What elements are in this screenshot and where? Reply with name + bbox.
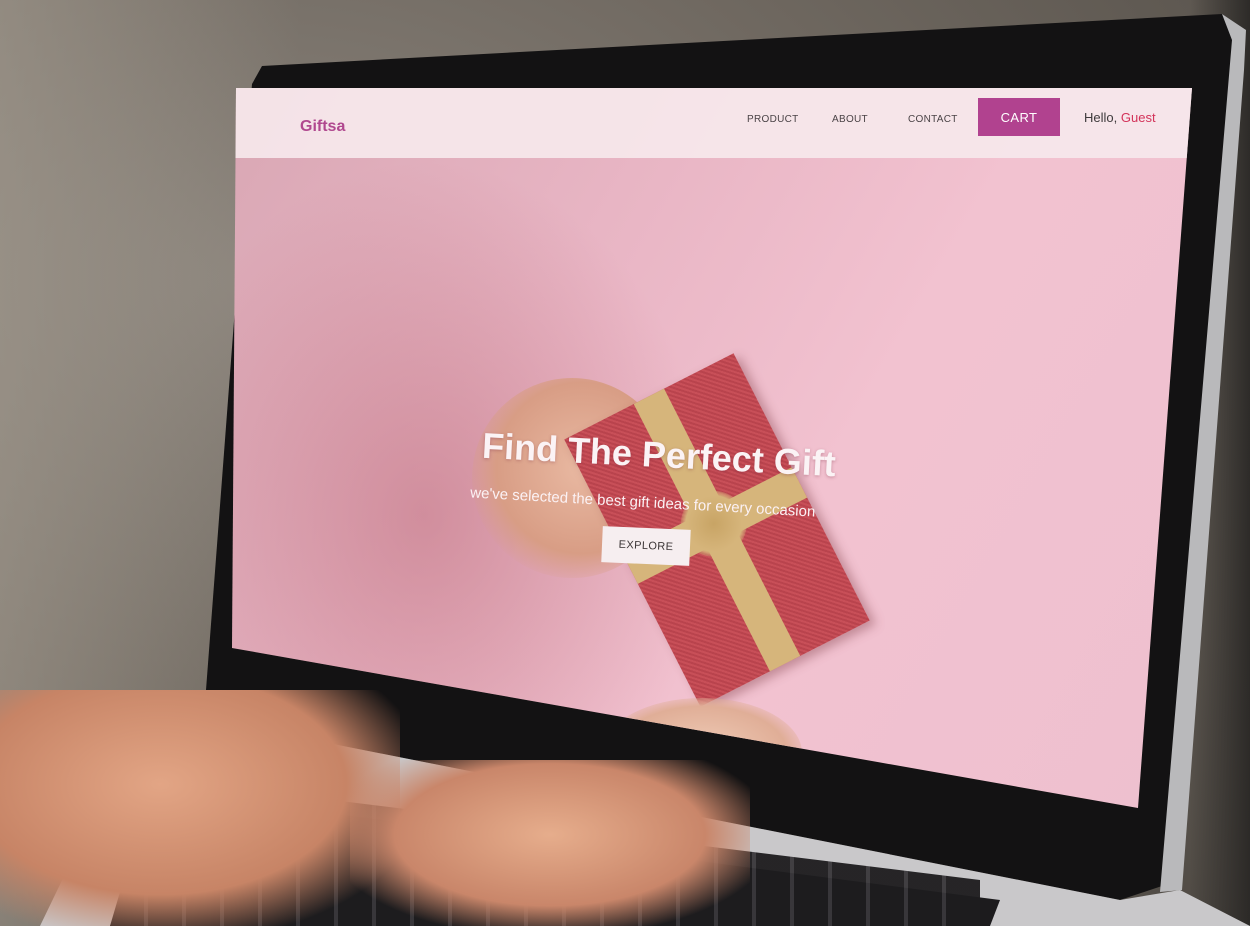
user-right-hand: [350, 760, 750, 926]
user-left-hand: [0, 690, 400, 926]
brand-logo[interactable]: Giftsa: [300, 118, 345, 136]
nav-link-product[interactable]: PRODUCT: [747, 114, 799, 125]
greeting-prefix: Hello,: [1084, 110, 1118, 125]
greeting-user[interactable]: Guest: [1121, 110, 1156, 125]
cart-button[interactable]: CART: [978, 98, 1060, 136]
nav-link-contact[interactable]: CONTACT: [908, 114, 958, 125]
navbar: Giftsa PRODUCT ABOUT CONTACT CART Hello,…: [232, 88, 1192, 158]
nav-link-about[interactable]: ABOUT: [832, 114, 868, 125]
greeting: Hello, Guest: [1084, 110, 1156, 125]
explore-button[interactable]: EXPLORE: [601, 526, 691, 566]
